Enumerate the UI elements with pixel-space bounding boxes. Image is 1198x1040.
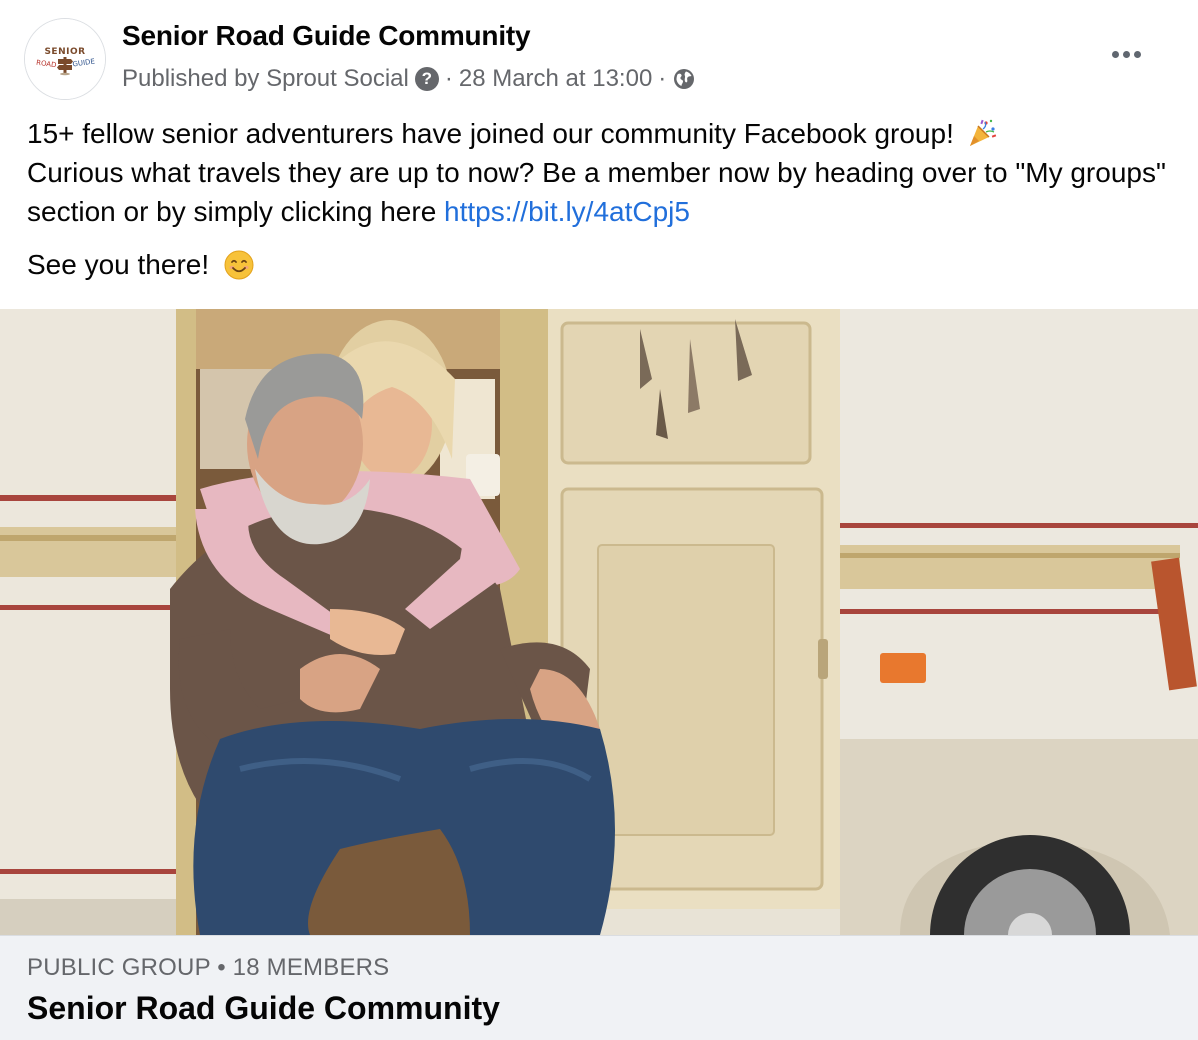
published-by-text: Published by Sprout Social bbox=[122, 65, 409, 92]
post-meta: Published by Sprout Social ? · 28 March … bbox=[122, 62, 696, 96]
group-title[interactable]: Senior Road Guide Community bbox=[27, 990, 500, 1027]
meta-separator: · bbox=[444, 65, 453, 92]
group-meta: PUBLIC GROUP • 18 MEMBERS bbox=[27, 954, 390, 981]
globe-icon[interactable] bbox=[672, 67, 696, 91]
couple-in-camper-illustration bbox=[0, 309, 1198, 935]
message-paragraph: See you there! bbox=[27, 245, 1177, 284]
page-name[interactable]: Senior Road Guide Community bbox=[122, 20, 531, 52]
more-options-icon[interactable] bbox=[1102, 36, 1150, 72]
message-line-1: 15+ fellow senior adventurers have joine… bbox=[27, 118, 962, 149]
party-popper-icon bbox=[966, 117, 998, 149]
help-icon[interactable]: ? bbox=[414, 67, 439, 91]
page-avatar[interactable]: SENIOR ROAD GUIDE bbox=[24, 18, 106, 100]
meta-separator: · bbox=[658, 65, 667, 92]
facebook-post: SENIOR ROAD GUIDE Senior Road Guide Comm… bbox=[0, 0, 1198, 1040]
message-paragraph: 15+ fellow senior adventurers have joine… bbox=[27, 114, 1177, 231]
logo-text-top: SENIOR bbox=[44, 47, 85, 57]
attachment-footer[interactable]: PUBLIC GROUP • 18 MEMBERS Senior Road Gu… bbox=[0, 935, 1198, 1040]
post-timestamp[interactable]: 28 March at 13:00 bbox=[459, 65, 652, 93]
post-image[interactable] bbox=[0, 309, 1198, 935]
post-message: 15+ fellow senior adventurers have joine… bbox=[27, 114, 1177, 284]
senior-road-guide-logo: SENIOR ROAD GUIDE bbox=[25, 19, 105, 99]
group-link[interactable]: https://bit.ly/4atCpj5 bbox=[444, 196, 690, 227]
smiling-face-icon bbox=[223, 249, 255, 281]
message-closing: See you there! bbox=[27, 249, 217, 280]
